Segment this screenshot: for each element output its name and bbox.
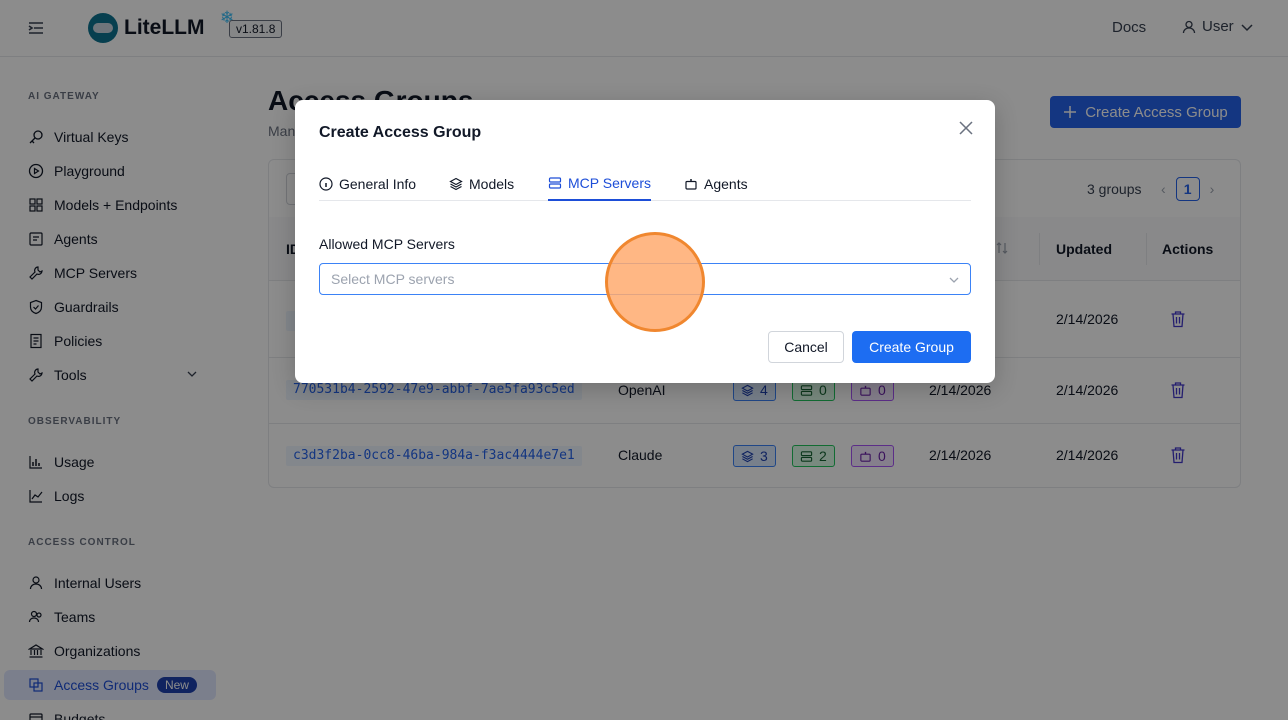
layers-icon xyxy=(449,177,463,190)
info-icon xyxy=(319,176,333,191)
modal-tabs: General Info Models MCP Servers Agents xyxy=(319,164,971,201)
allowed-mcp-servers-label: Allowed MCP Servers xyxy=(319,236,455,252)
tab-label: General Info xyxy=(339,175,417,192)
tab-label: MCP Servers xyxy=(568,174,651,191)
select-placeholder: Select MCP servers xyxy=(331,271,455,287)
create-group-button[interactable]: Create Group xyxy=(852,331,971,363)
cursor-indicator xyxy=(605,232,705,332)
chevron-down-icon xyxy=(949,277,959,283)
tab-label: Agents xyxy=(704,175,748,192)
close-icon[interactable] xyxy=(958,120,974,136)
modal-title: Create Access Group xyxy=(319,124,482,141)
cancel-button[interactable]: Cancel xyxy=(768,331,844,363)
tab-agents[interactable]: Agents xyxy=(684,166,748,201)
tab-label: Models xyxy=(469,175,515,192)
tab-mcp-servers[interactable]: MCP Servers xyxy=(548,166,651,201)
server-icon xyxy=(548,176,562,189)
robot-icon xyxy=(685,178,697,190)
tab-models[interactable]: Models xyxy=(449,166,514,201)
tab-general-info[interactable]: General Info xyxy=(319,166,416,201)
